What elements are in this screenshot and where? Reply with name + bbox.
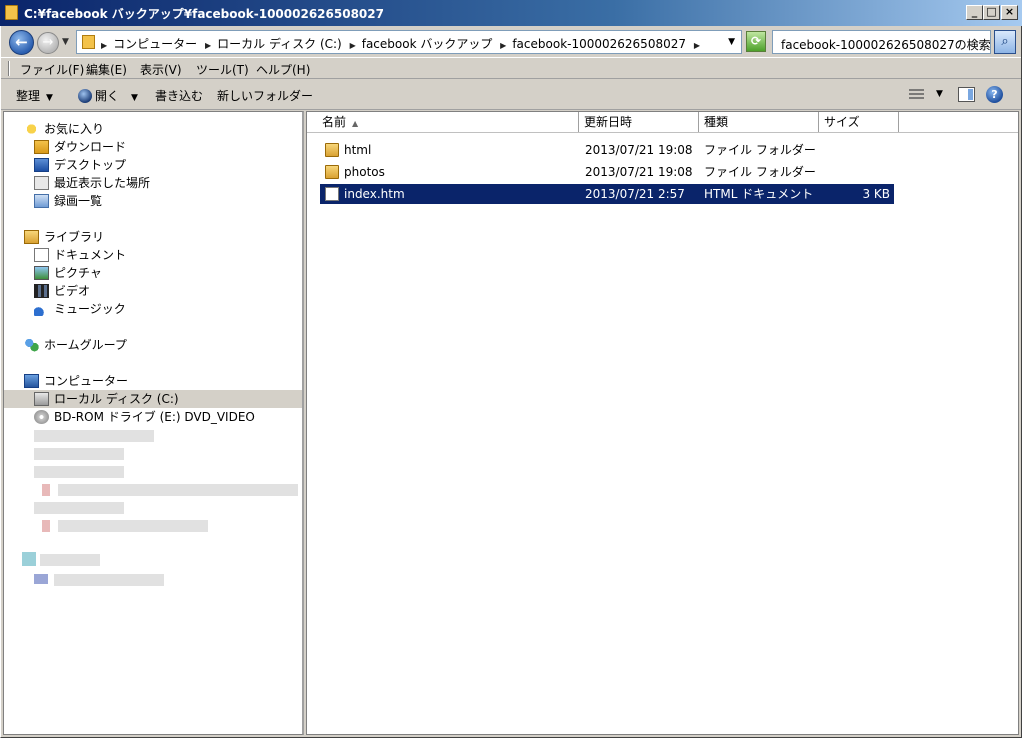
new-folder-button[interactable]: 新しいフォルダー	[217, 87, 313, 104]
file-type: ファイル フォルダー	[704, 143, 816, 157]
dvd-icon	[34, 410, 49, 424]
command-bar: 整理 ▼ 開く ▼ 書き込む 新しいフォルダー ▼ ?	[0, 80, 1022, 110]
close-button[interactable]: ×	[1001, 5, 1018, 20]
chevron-down-icon[interactable]: ▼	[936, 89, 943, 99]
redacted-item	[34, 502, 124, 514]
file-list-pane: 名前 ▲ 更新日時 種類 サイズ html 2013/07/21 19:08 ファ…	[306, 111, 1019, 735]
title-bar: C:¥facebook バックアップ¥facebook-100002626508…	[0, 0, 1022, 26]
column-size[interactable]: サイズ	[819, 112, 899, 132]
pictures-icon	[34, 266, 49, 280]
recent-pages-dropdown-icon[interactable]: ▼	[62, 37, 69, 47]
homegroup-icon	[24, 338, 39, 352]
back-arrow-icon[interactable]: ←	[9, 30, 34, 55]
column-name[interactable]: 名前 ▲	[317, 112, 579, 132]
column-date-modified[interactable]: 更新日時	[579, 112, 699, 132]
redacted-item-icon	[42, 520, 50, 532]
computer-icon	[24, 374, 39, 388]
file-name: photos	[344, 165, 385, 179]
file-row[interactable]: photos 2013/07/21 19:08 ファイル フォルダー	[320, 162, 894, 182]
column-header: 名前 ▲ 更新日時 種類 サイズ	[307, 112, 1018, 133]
file-name: index.htm	[344, 187, 405, 201]
open-button[interactable]: 開く ▼	[78, 87, 138, 104]
menu-bar: ファイル(F) 編集(E) 表示(V) ツール(T) ヘルプ(H)	[0, 57, 1022, 79]
breadcrumb-local-disk[interactable]: ローカル ディスク (C:)	[217, 37, 342, 51]
html-file-icon	[325, 187, 339, 201]
desktop-icon	[34, 158, 49, 172]
open-label: 開く	[95, 89, 120, 103]
minimize-button[interactable]: _	[966, 5, 983, 20]
breadcrumb-computer[interactable]: コンピューター	[113, 37, 197, 51]
file-size: 3 KB	[862, 187, 890, 201]
sort-ascending-icon: ▲	[352, 119, 359, 128]
redacted-item	[58, 484, 298, 496]
document-icon	[34, 248, 49, 262]
menu-view[interactable]: 表示(V)	[140, 61, 182, 78]
file-type: ファイル フォルダー	[704, 165, 816, 179]
maximize-button[interactable]: □	[983, 5, 1000, 20]
file-date: 2013/07/21 2:57	[585, 187, 685, 201]
folder-icon	[5, 5, 18, 20]
video-icon	[34, 284, 49, 298]
column-type[interactable]: 種類	[699, 112, 819, 132]
organize-button[interactable]: 整理 ▼	[16, 87, 53, 104]
forward-arrow-icon[interactable]: →	[37, 32, 59, 54]
file-row[interactable]: html 2013/07/21 19:08 ファイル フォルダー	[320, 140, 894, 160]
view-options-icon[interactable]	[909, 89, 924, 101]
redacted-item	[34, 466, 124, 478]
folder-icon	[325, 165, 339, 179]
address-bar[interactable]: ▶ コンピューター ▶ ローカル ディスク (C:) ▶ facebook バックアッ…	[76, 30, 742, 54]
menu-help[interactable]: ヘルプ(H)	[256, 61, 310, 78]
organize-label: 整理	[16, 89, 41, 103]
file-date: 2013/07/21 19:08	[585, 165, 693, 179]
folder-icon	[82, 35, 95, 49]
chevron-down-icon: ▼	[131, 93, 138, 103]
redacted-item	[54, 574, 164, 586]
search-placeholder: facebook-100002626508027の検索	[781, 38, 991, 52]
search-input[interactable]: facebook-100002626508027の検索	[772, 30, 991, 54]
breadcrumb-separator-icon[interactable]: ▶	[500, 41, 506, 50]
refresh-icon[interactable]: ⟳	[746, 31, 766, 52]
redacted-item	[34, 430, 154, 442]
downloads-folder-icon	[34, 140, 49, 154]
breadcrumb-separator-icon[interactable]: ▶	[101, 41, 107, 50]
menu-edit[interactable]: 編集(E)	[86, 61, 127, 78]
open-icon	[78, 89, 92, 103]
file-row-selected[interactable]: index.htm 2013/07/21 2:57 HTML ドキュメント 3 …	[320, 184, 894, 204]
search-icon[interactable]: ⌕	[994, 30, 1016, 54]
help-icon[interactable]: ?	[986, 86, 1003, 103]
breadcrumb-backup[interactable]: facebook バックアップ	[362, 37, 493, 51]
chevron-down-icon: ▼	[46, 93, 53, 103]
file-date: 2013/07/21 19:08	[585, 143, 693, 157]
menu-file[interactable]: ファイル(F)	[20, 61, 84, 78]
menu-tools[interactable]: ツール(T)	[196, 61, 249, 78]
star-icon	[24, 122, 39, 136]
preview-pane-icon[interactable]	[958, 87, 975, 102]
redacted-item-icon	[34, 574, 48, 584]
redacted-item-icon	[42, 484, 50, 496]
menu-grip	[8, 61, 10, 76]
music-icon	[34, 302, 49, 316]
window-title: C:¥facebook バックアップ¥facebook-100002626508…	[24, 7, 384, 21]
file-name: html	[344, 143, 372, 157]
drive-icon	[34, 392, 49, 406]
library-icon	[24, 230, 39, 244]
redacted-item	[58, 520, 208, 532]
breadcrumb-current[interactable]: facebook-100002626508027	[512, 37, 686, 51]
redacted-item	[34, 448, 124, 460]
file-type: HTML ドキュメント	[704, 187, 814, 201]
recent-places-icon	[34, 176, 49, 190]
navigation-pane: お気に入り ダウンロード デスクトップ 最近表示した場所 録画一覧 ライブラリ …	[3, 111, 304, 735]
breadcrumb-separator-icon[interactable]: ▶	[205, 41, 211, 50]
address-dropdown-icon[interactable]: ▼	[728, 37, 735, 47]
burn-button[interactable]: 書き込む	[155, 87, 203, 104]
redacted-network-icon	[22, 552, 36, 566]
recorded-tv-icon	[34, 194, 49, 208]
navigation-bar: ← → ▼ ▶ コンピューター ▶ ローカル ディスク (C:) ▶ facebook…	[0, 26, 1022, 57]
sidebar-item-local-disk[interactable]: ローカル ディスク (C:)	[4, 390, 302, 408]
breadcrumb-separator-icon[interactable]: ▶	[694, 41, 700, 50]
redacted-item	[40, 554, 100, 566]
breadcrumb-separator-icon[interactable]: ▶	[350, 41, 356, 50]
breadcrumb: ▶ コンピューター ▶ ローカル ディスク (C:) ▶ facebook バックアッ…	[101, 35, 706, 52]
folder-icon	[325, 143, 339, 157]
